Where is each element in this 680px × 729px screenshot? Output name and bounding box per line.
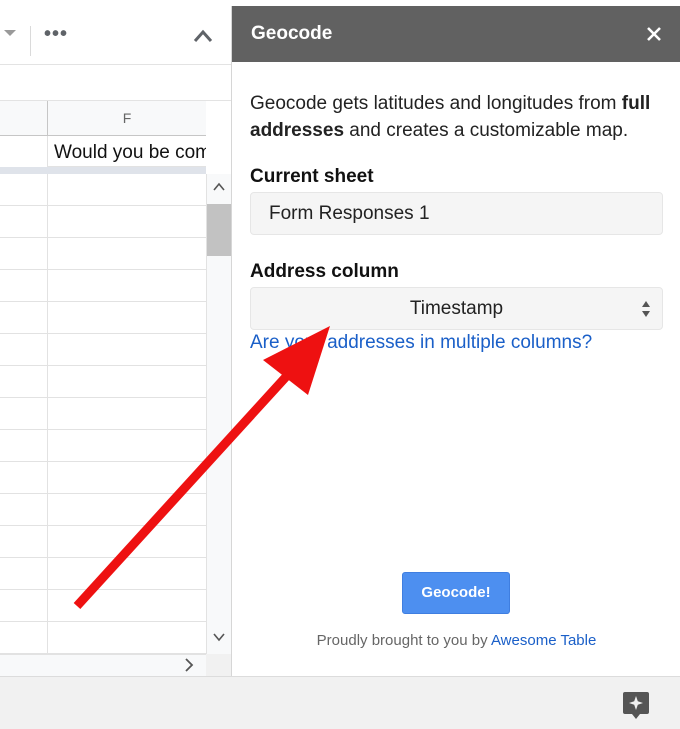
more-options-icon[interactable]: •••: [44, 22, 68, 46]
column-headers: F: [0, 101, 206, 136]
sheets-toolbar: •••: [0, 6, 231, 65]
sidebar-description: Geocode gets latitudes and longitudes fr…: [250, 90, 670, 144]
frozen-row-divider[interactable]: [0, 167, 206, 174]
vertical-scrollbar[interactable]: [206, 174, 231, 654]
bottom-status-bar: [0, 676, 680, 729]
address-column-label: Address column: [250, 261, 399, 282]
cell-e1[interactable]: [0, 136, 48, 168]
scrollbar-thumb[interactable]: [207, 204, 231, 256]
column-header-e[interactable]: [0, 101, 48, 135]
geocode-sidebar: Geocode Geocode gets latitudes and longi…: [231, 6, 680, 676]
address-column-select[interactable]: Timestamp: [250, 287, 663, 330]
select-up-down-arrows-icon: [642, 301, 650, 317]
column-header-f[interactable]: F: [48, 101, 206, 135]
multiple-columns-link[interactable]: Are your addresses in multiple columns?: [250, 332, 592, 354]
cell-f1[interactable]: Would you be comfortable: [48, 136, 206, 167]
formula-bar[interactable]: [0, 65, 231, 101]
dropdown-arrow-icon[interactable]: [4, 30, 16, 36]
collapse-chevron-up-icon[interactable]: [192, 28, 214, 44]
sidebar-title: Geocode: [251, 23, 333, 44]
close-icon[interactable]: [644, 24, 664, 44]
cell-grid[interactable]: [0, 174, 206, 654]
explore-icon[interactable]: [622, 690, 650, 720]
footer-text: Proudly brought to you by: [316, 632, 491, 649]
description-text-end: and creates a customizable map.: [344, 120, 629, 141]
toolbar-divider: [30, 26, 31, 56]
sidebar-footer: Proudly brought to you by Awesome Table: [232, 632, 680, 649]
current-sheet-field: Form Responses 1: [250, 192, 663, 235]
scroll-right-icon[interactable]: [184, 658, 194, 672]
current-sheet-label: Current sheet: [250, 166, 374, 187]
geocode-button[interactable]: Geocode!: [402, 572, 510, 614]
sidebar-header: Geocode: [232, 6, 680, 62]
scroll-up-icon[interactable]: [213, 182, 225, 192]
horizontal-scrollbar[interactable]: [0, 654, 206, 676]
description-text-start: Geocode gets latitudes and longitudes fr…: [250, 93, 622, 114]
scrollbar-corner: [206, 654, 231, 676]
awesome-table-link[interactable]: Awesome Table: [491, 632, 596, 649]
address-column-selected-value: Timestamp: [409, 298, 504, 319]
scroll-down-icon[interactable]: [213, 632, 225, 642]
spreadsheet-area: ••• F Would you be comfortable: [0, 0, 231, 676]
